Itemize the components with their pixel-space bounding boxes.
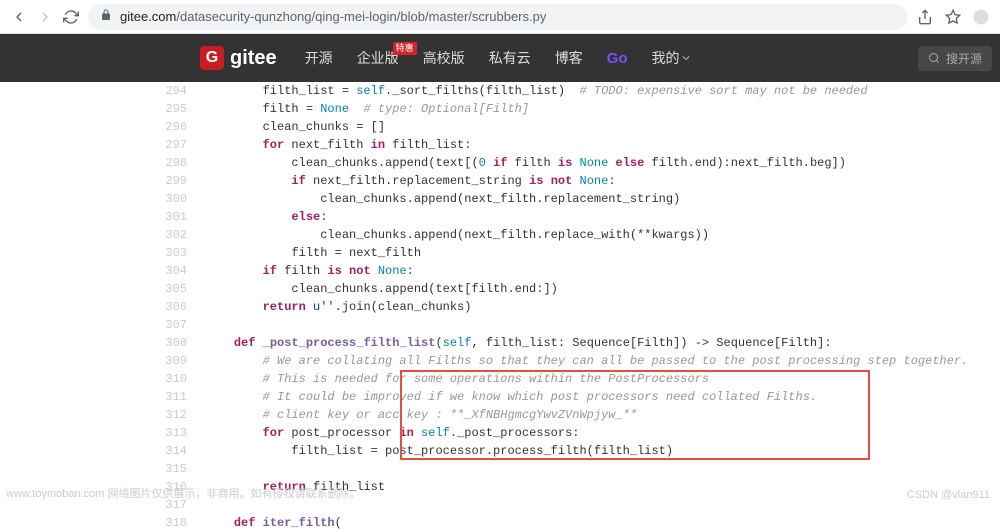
code-line: if next_filth.replacement_string is not … (205, 172, 1000, 190)
badge-discount: 特惠 (393, 42, 417, 55)
line-number: 300 (0, 190, 187, 208)
line-number: 295 (0, 100, 187, 118)
browser-toolbar: gitee.com/datasecurity-qunzhong/qing-mei… (0, 0, 1000, 34)
line-number: 296 (0, 118, 187, 136)
code-line: filth = next_filth (205, 244, 1000, 262)
code-line: for next_filth in filth_list: (205, 136, 1000, 154)
line-number: 304 (0, 262, 187, 280)
nav-blog[interactable]: 博客 (555, 48, 583, 68)
code-view: 2942952962972982993003013023033043053063… (0, 82, 1000, 532)
code-line: # It could be improved if we know which … (205, 388, 1000, 406)
line-number: 308 (0, 334, 187, 352)
line-gutter: 2942952962972982993003013023033043053063… (0, 82, 205, 532)
nav-my[interactable]: 我的 (652, 48, 690, 68)
line-number: 315 (0, 460, 187, 478)
line-number: 294 (0, 82, 187, 100)
code-line: clean_chunks.append(next_filth.replace_w… (205, 226, 1000, 244)
code-line: clean_chunks = [] (205, 118, 1000, 136)
code-line: # We are collating all Filths so that th… (205, 352, 1000, 370)
search-icon (928, 52, 940, 64)
code-line: clean_chunks.append(next_filth.replaceme… (205, 190, 1000, 208)
code-line: filth = None # type: Optional[Filth] (205, 100, 1000, 118)
line-number: 302 (0, 226, 187, 244)
gitee-logo-text: gitee (230, 47, 277, 70)
watermark-left: www.toymoban.com 网络图片仅供展示，非商用。如有侵权请联系删除。 (6, 485, 360, 501)
code-area[interactable]: filth_list = self._sort_filths(filth_lis… (205, 82, 1000, 532)
line-number: 303 (0, 244, 187, 262)
code-line: return u''.join(clean_chunks) (205, 298, 1000, 316)
code-line: for post_processor in self._post_process… (205, 424, 1000, 442)
profile-icon[interactable] (972, 8, 990, 26)
line-number: 299 (0, 172, 187, 190)
line-number: 313 (0, 424, 187, 442)
gitee-header: G gitee 开源 企业版特惠 高校版 私有云 博客 Go 我的 搜开源 (0, 34, 1000, 82)
star-icon[interactable] (944, 8, 962, 26)
line-number: 314 (0, 442, 187, 460)
nav-opensource[interactable]: 开源 (305, 48, 333, 68)
gitee-logo[interactable]: G gitee (200, 46, 277, 70)
reload-button[interactable] (62, 8, 80, 26)
chevron-down-icon (682, 54, 690, 62)
line-number: 309 (0, 352, 187, 370)
line-number: 310 (0, 370, 187, 388)
search-input[interactable]: 搜开源 (918, 46, 992, 71)
line-number: 311 (0, 388, 187, 406)
nav-private[interactable]: 私有云 (489, 48, 531, 68)
gitee-logo-icon: G (200, 46, 224, 70)
line-number: 306 (0, 298, 187, 316)
line-number: 301 (0, 208, 187, 226)
lock-icon (100, 9, 112, 24)
url-text: gitee.com/datasecurity-qunzhong/qing-mei… (120, 9, 546, 24)
forward-button[interactable] (36, 8, 54, 26)
code-line: filth_list = self._sort_filths(filth_lis… (205, 82, 1000, 100)
watermark-right: CSDN @vlan911 (907, 489, 990, 501)
nav-go[interactable]: Go (607, 50, 628, 67)
code-line: if filth is not None: (205, 262, 1000, 280)
nav-education[interactable]: 高校版 (423, 48, 465, 68)
code-line: # client key or acc key : **_XfNBHgmcgYw… (205, 406, 1000, 424)
code-line: else: (205, 208, 1000, 226)
line-number: 297 (0, 136, 187, 154)
nav-enterprise[interactable]: 企业版特惠 (357, 48, 399, 68)
line-number: 318 (0, 514, 187, 532)
line-number: 307 (0, 316, 187, 334)
line-number: 312 (0, 406, 187, 424)
line-number: 305 (0, 280, 187, 298)
code-line: # This is needed for some operations wit… (205, 370, 1000, 388)
share-icon[interactable] (916, 8, 934, 26)
code-line: clean_chunks.append(text[(0 if filth is … (205, 154, 1000, 172)
back-button[interactable] (10, 8, 28, 26)
line-number: 298 (0, 154, 187, 172)
code-line (205, 316, 1000, 334)
url-bar[interactable]: gitee.com/datasecurity-qunzhong/qing-mei… (88, 4, 908, 30)
code-line: filth_list = post_processor.process_filt… (205, 442, 1000, 460)
code-line: def _post_process_filth_list(self, filth… (205, 334, 1000, 352)
code-line (205, 460, 1000, 478)
code-line: def iter_filth( (205, 514, 1000, 532)
code-line: clean_chunks.append(text[filth.end:]) (205, 280, 1000, 298)
